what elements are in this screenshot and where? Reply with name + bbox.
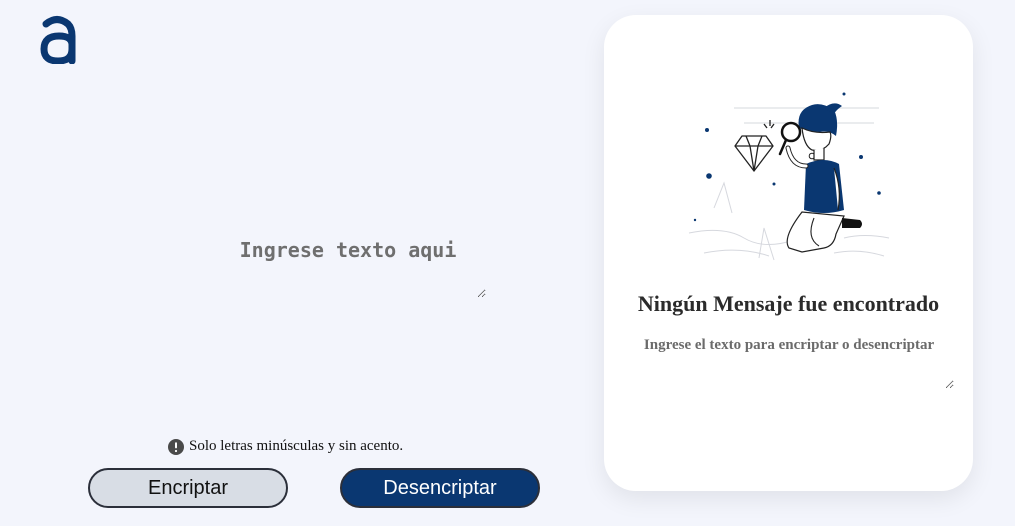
- output-panel: Ningún Mensaje fue encontrado: [604, 15, 973, 491]
- output-text[interactable]: [624, 337, 954, 389]
- person-magnifier-illustration: [688, 92, 890, 261]
- notice: Solo letras minúsculas y sin acento.: [168, 438, 403, 455]
- encrypt-button[interactable]: Encriptar: [88, 468, 288, 508]
- exclamation-circle-icon: [168, 438, 184, 455]
- text-input[interactable]: [210, 238, 486, 298]
- panel-title: Ningún Mensaje fue encontrado: [637, 291, 940, 316]
- notice-text: Solo letras minúsculas y sin acento.: [189, 438, 404, 454]
- logo-icon[interactable]: [38, 14, 76, 64]
- decrypt-button[interactable]: Desencriptar: [340, 468, 540, 508]
